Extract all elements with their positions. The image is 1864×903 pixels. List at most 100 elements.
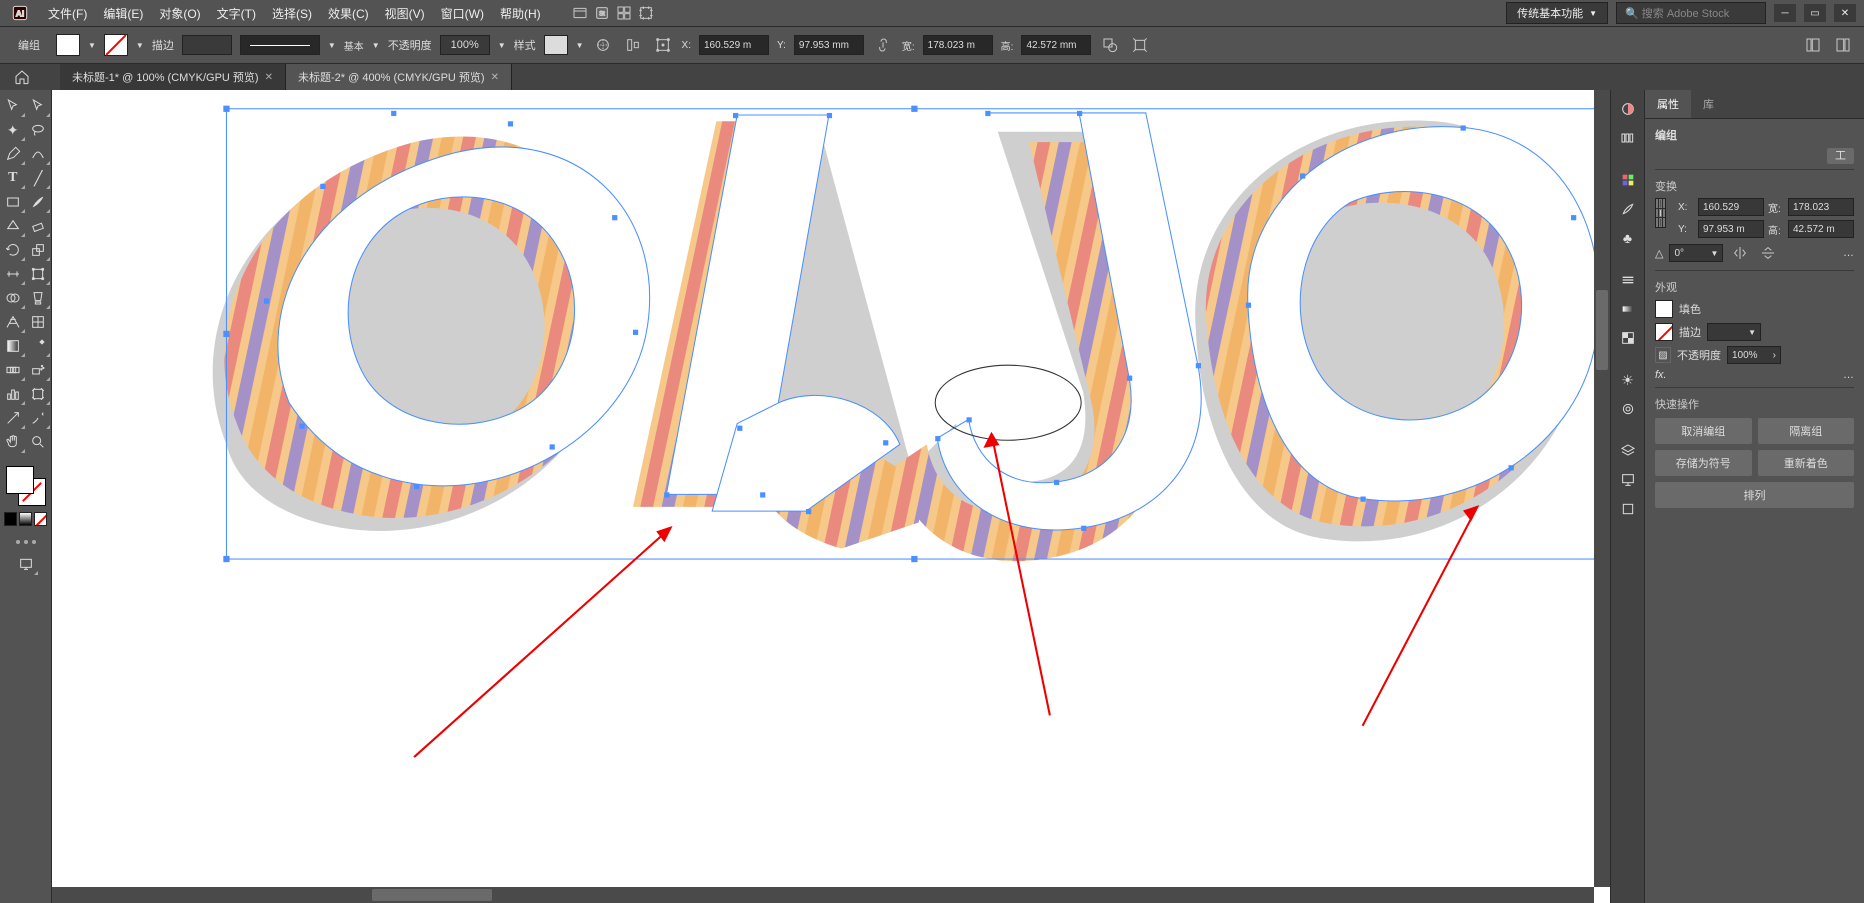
direct-selection-tool-icon[interactable] xyxy=(26,94,52,118)
graphic-styles-panel-icon[interactable] xyxy=(1615,396,1641,422)
menu-type[interactable]: 文字(T) xyxy=(209,5,264,22)
stroke-panel-icon[interactable] xyxy=(1615,267,1641,293)
width-tool-icon[interactable] xyxy=(0,262,26,286)
stroke-swatch[interactable] xyxy=(104,34,128,56)
chevron-down-icon[interactable]: ▼ xyxy=(88,41,96,50)
brushes-panel-icon[interactable] xyxy=(1615,196,1641,222)
appearance-panel-icon[interactable]: ☀ xyxy=(1615,367,1641,393)
gradient-tool-icon[interactable] xyxy=(0,334,26,358)
gradient-panel-icon[interactable] xyxy=(1615,296,1641,322)
tab-properties[interactable]: 属性 xyxy=(1645,90,1691,118)
shape-builder-tool-icon[interactable] xyxy=(0,286,26,310)
w-input[interactable]: 178.023 m xyxy=(923,35,993,55)
color-mode-solid-icon[interactable] xyxy=(4,512,17,526)
transform-y-input[interactable] xyxy=(1698,220,1764,238)
opacity-input[interactable] xyxy=(440,35,490,55)
rotate-angle-input[interactable]: 0°▼ xyxy=(1669,244,1723,262)
chevron-down-icon[interactable]: ▼ xyxy=(136,41,144,50)
curvature-tool-icon[interactable] xyxy=(26,142,52,166)
color-mode-gradient-icon[interactable] xyxy=(19,512,32,526)
document-tab[interactable]: 未标题-2* @ 400% (CMYK/GPU 预览) ✕ xyxy=(286,64,512,90)
color-mode-none-icon[interactable] xyxy=(34,512,47,526)
canvas-area[interactable] xyxy=(52,90,1610,903)
lasso-tool-icon[interactable] xyxy=(26,118,52,142)
stroke-color-swatch[interactable] xyxy=(1655,323,1673,341)
layers-panel-icon[interactable] xyxy=(1615,438,1641,464)
graphic-style-swatch[interactable] xyxy=(544,35,568,55)
stock-icon[interactable]: St xyxy=(591,2,613,24)
menu-view[interactable]: 视图(V) xyxy=(377,5,433,22)
magic-wand-tool-icon[interactable]: ✦ xyxy=(0,118,26,142)
more-options-icon[interactable]: … xyxy=(1843,369,1854,381)
opacity-value-input[interactable]: 100%› xyxy=(1727,346,1781,364)
workspace-switcher[interactable]: 传统基本功能 ▼ xyxy=(1506,2,1608,24)
zoom-tool-icon[interactable] xyxy=(26,430,52,454)
menu-help[interactable]: 帮助(H) xyxy=(492,5,549,22)
recolor-artwork-icon[interactable] xyxy=(592,34,614,56)
shape-builder-icon[interactable] xyxy=(1099,34,1121,56)
artboards-panel-icon[interactable] xyxy=(1615,496,1641,522)
bridge-icon[interactable] xyxy=(569,2,591,24)
asset-export-panel-icon[interactable] xyxy=(1615,467,1641,493)
perspective-grid-tool-icon[interactable] xyxy=(0,310,26,334)
stroke-weight-input[interactable] xyxy=(182,35,232,55)
rotate-tool-icon[interactable] xyxy=(0,238,26,262)
menu-file[interactable]: 文件(F) xyxy=(40,5,95,22)
tab-close-icon[interactable]: ✕ xyxy=(491,72,499,83)
transform-w-input[interactable] xyxy=(1788,198,1854,216)
window-restore-icon[interactable]: ▭ xyxy=(1804,4,1826,22)
color-selector[interactable] xyxy=(0,462,51,530)
arrange-docs-icon[interactable] xyxy=(613,2,635,24)
scrollbar-vertical[interactable] xyxy=(1594,90,1610,887)
document-tab[interactable]: 未标题-1* @ 100% (CMYK/GPU 预览) ✕ xyxy=(60,64,286,90)
flip-horizontal-icon[interactable] xyxy=(1729,242,1751,264)
color-panel-icon[interactable] xyxy=(1615,96,1641,122)
edit-toolbar-icon[interactable] xyxy=(0,540,51,544)
tab-close-icon[interactable]: ✕ xyxy=(265,72,273,83)
brush-definition[interactable] xyxy=(240,35,320,55)
ungroup-button[interactable]: 取消编组 xyxy=(1655,418,1752,444)
print-tiling-tool-icon[interactable] xyxy=(26,406,52,430)
fill-swatch[interactable] xyxy=(56,34,80,56)
transform-ref-icon[interactable] xyxy=(652,34,674,56)
artboard-tool-icon[interactable] xyxy=(26,382,52,406)
chevron-down-icon[interactable]: ▼ xyxy=(498,41,506,50)
panel-left-icon[interactable] xyxy=(1802,34,1824,56)
column-graph-tool-icon[interactable] xyxy=(0,382,26,406)
fx-label[interactable]: fx. xyxy=(1655,369,1667,381)
scale-tool-icon[interactable] xyxy=(26,238,52,262)
isolate-icon[interactable] xyxy=(1129,34,1151,56)
menu-window[interactable]: 窗口(W) xyxy=(433,5,492,22)
flip-vertical-icon[interactable] xyxy=(1757,242,1779,264)
menu-edit[interactable]: 编辑(E) xyxy=(95,5,151,22)
transparency-panel-icon[interactable] xyxy=(1615,325,1641,351)
slice-tool-icon[interactable] xyxy=(0,406,26,430)
menu-select[interactable]: 选择(S) xyxy=(264,5,320,22)
live-paint-tool-icon[interactable] xyxy=(26,286,52,310)
shaper-tool-icon[interactable] xyxy=(0,214,26,238)
pen-tool-icon[interactable] xyxy=(0,142,26,166)
eyedropper-tool-icon[interactable] xyxy=(26,334,52,358)
h-input[interactable]: 42.572 mm xyxy=(1021,35,1091,55)
rectangle-tool-icon[interactable] xyxy=(0,190,26,214)
symbol-sprayer-tool-icon[interactable] xyxy=(26,358,52,382)
type-tool-icon[interactable]: T xyxy=(0,166,26,190)
more-options-icon[interactable]: … xyxy=(1843,247,1854,259)
free-transform-tool-icon[interactable] xyxy=(26,262,52,286)
mesh-tool-icon[interactable] xyxy=(26,310,52,334)
edit-object-button[interactable]: 工 xyxy=(1827,148,1854,164)
scrollbar-horizontal[interactable] xyxy=(52,887,1594,903)
transform-h-input[interactable] xyxy=(1788,220,1854,238)
panel-right-icon[interactable] xyxy=(1832,34,1854,56)
swatches-panel-icon[interactable] xyxy=(1615,167,1641,193)
blend-tool-icon[interactable] xyxy=(0,358,26,382)
transform-x-input[interactable] xyxy=(1698,198,1764,216)
menu-object[interactable]: 对象(O) xyxy=(151,5,208,22)
x-input[interactable]: 160.529 m xyxy=(699,35,769,55)
eraser-tool-icon[interactable] xyxy=(26,214,52,238)
isolate-group-button[interactable]: 隔离组 xyxy=(1758,418,1855,444)
line-segment-tool-icon[interactable]: ╱ xyxy=(26,166,52,190)
color-guide-panel-icon[interactable] xyxy=(1615,125,1641,151)
chevron-down-icon[interactable]: ▼ xyxy=(576,41,584,50)
arrange-button[interactable]: 排列 xyxy=(1655,482,1854,508)
